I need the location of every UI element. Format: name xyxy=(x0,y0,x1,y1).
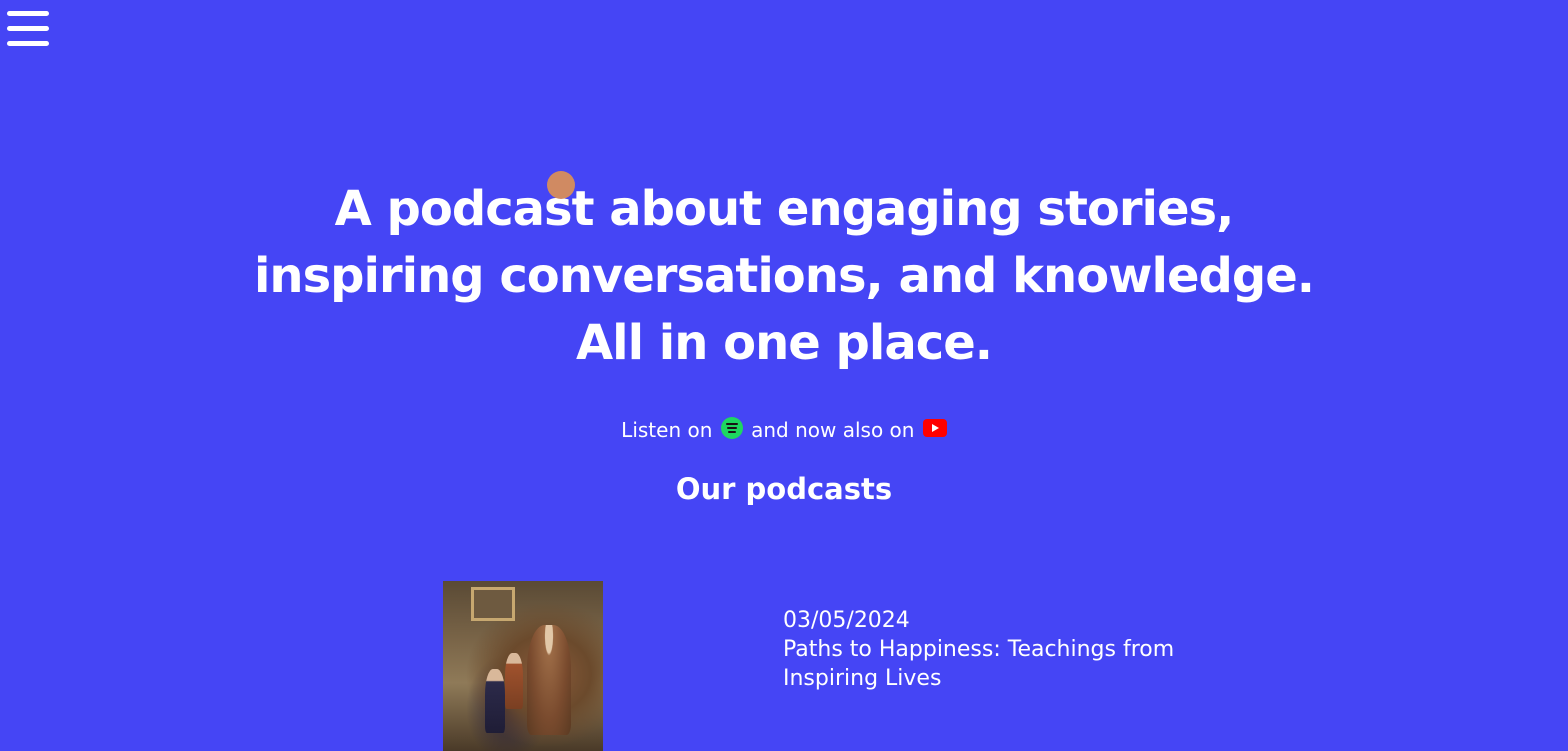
hamburger-menu-icon[interactable] xyxy=(7,11,49,49)
podcast-title-link[interactable]: Paths to Happiness: Teachings from Inspi… xyxy=(783,635,1263,693)
hero: A podcast about engaging stories, inspir… xyxy=(0,176,1568,377)
podcast-cover-image[interactable] xyxy=(443,581,603,751)
painting-child-figure xyxy=(505,653,523,709)
listen-prefix-text: Listen on xyxy=(621,417,713,442)
hero-title-line-2: inspiring conversations, and knowledge. xyxy=(253,248,1315,304)
hero-title-line-3: All in one place. xyxy=(576,315,993,371)
hero-title: A podcast about engaging stories, inspir… xyxy=(0,176,1568,377)
painting-frame xyxy=(471,587,515,621)
hero-title-line-1: A podcast about engaging stories, xyxy=(334,181,1235,237)
section-title-our-podcasts: Our podcasts xyxy=(675,472,893,506)
menu-bar-top xyxy=(7,11,49,16)
spotify-icon[interactable] xyxy=(720,417,743,439)
podcast-date: 03/05/2024 xyxy=(783,608,910,633)
menu-bar-bottom xyxy=(7,41,49,46)
menu-bar-middle xyxy=(7,26,49,31)
painting-woman-figure xyxy=(527,625,571,735)
cursor-indicator xyxy=(547,171,575,199)
painting-child-figure xyxy=(485,669,505,733)
podcast-card-meta: 03/05/2024 Paths to Happiness: Teachings… xyxy=(783,606,1263,693)
youtube-icon[interactable] xyxy=(922,419,947,437)
listen-middle-text: and now also on xyxy=(751,417,915,442)
page: A podcast about engaging stories, inspir… xyxy=(0,0,1568,751)
listen-platforms: Listen on and now also on xyxy=(0,414,1568,444)
